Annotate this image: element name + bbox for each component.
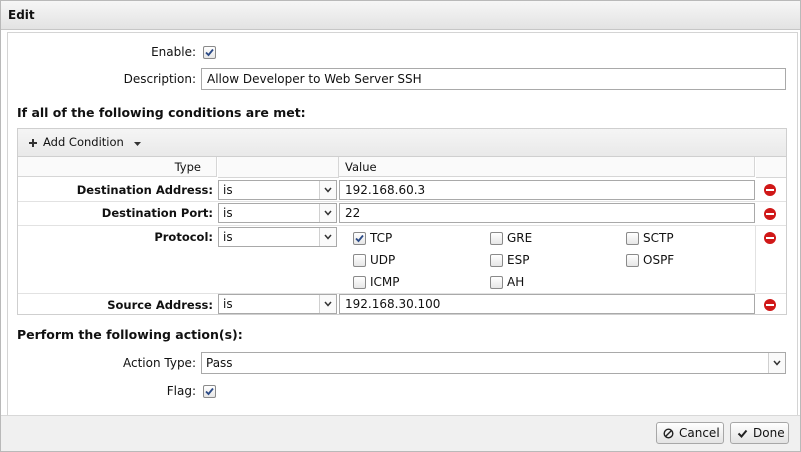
- protocol-checkbox-gre[interactable]: [490, 232, 503, 245]
- cancel-label: Cancel: [679, 426, 720, 440]
- condition-row: Protocol: is TCP GRE SCTP UDP ESP OSPF I…: [18, 226, 786, 294]
- check-icon: [737, 429, 748, 438]
- protocol-checkbox-sctp[interactable]: [626, 232, 639, 245]
- protocol-label: TCP: [370, 231, 393, 245]
- protocol-checkbox-ah[interactable]: [490, 276, 503, 289]
- column-actions-header: [756, 157, 786, 178]
- condition-label: Source Address:: [107, 298, 213, 312]
- action-type-select[interactable]: Pass: [201, 352, 786, 374]
- dialog-footer: Cancel Done: [1, 415, 800, 451]
- column-operator-header: [218, 157, 339, 178]
- dialog-content: Enable: Description: Allow Developer to …: [7, 32, 798, 418]
- column-value-header: Value: [339, 157, 755, 177]
- operator-select[interactable]: is: [218, 227, 337, 247]
- protocol-label: ESP: [507, 253, 530, 267]
- protocol-checkbox-icmp[interactable]: [353, 276, 366, 289]
- done-label: Done: [753, 426, 785, 440]
- cancel-icon: [663, 428, 674, 439]
- caret-down-icon: [134, 142, 141, 146]
- protocol-label: GRE: [507, 231, 533, 245]
- protocol-label: UDP: [370, 253, 396, 267]
- remove-condition-icon[interactable]: [764, 208, 776, 220]
- edit-dialog: Edit Enable: Description: Allow Develope…: [0, 0, 801, 452]
- operator-select[interactable]: is: [218, 294, 337, 314]
- remove-condition-icon[interactable]: [764, 299, 776, 311]
- flag-checkbox[interactable]: [203, 385, 216, 398]
- condition-label: Destination Port:: [101, 206, 213, 220]
- protocol-checkbox-tcp[interactable]: [353, 232, 366, 245]
- remove-condition-icon[interactable]: [764, 184, 776, 196]
- conditions-toolbar: Add Condition: [18, 129, 786, 157]
- condition-value-input[interactable]: 192.168.60.3: [339, 180, 755, 200]
- enable-label: Enable:: [151, 45, 196, 59]
- condition-row: Source Address: is 192.168.30.100: [18, 294, 786, 317]
- add-condition-label: Add Condition: [43, 135, 124, 149]
- done-button[interactable]: Done: [730, 422, 789, 444]
- chevron-down-icon: [773, 360, 781, 366]
- operator-value: is: [223, 230, 233, 244]
- chevron-down-icon: [324, 187, 332, 193]
- protocol-checkbox-ospf[interactable]: [626, 254, 639, 267]
- condition-row: Destination Port: is 22: [18, 202, 786, 226]
- description-input[interactable]: Allow Developer to Web Server SSH: [201, 68, 786, 90]
- chevron-down-icon: [324, 234, 332, 240]
- dialog-title: Edit: [1, 1, 800, 30]
- actions-heading: Perform the following action(s):: [17, 327, 243, 342]
- condition-label: Destination Address:: [76, 183, 213, 197]
- action-type-label: Action Type:: [122, 356, 196, 370]
- condition-value-input[interactable]: 22: [339, 203, 755, 223]
- dropdown-arrow: [319, 181, 336, 199]
- cancel-button[interactable]: Cancel: [656, 422, 724, 444]
- check-icon: [205, 48, 214, 57]
- dropdown-arrow: [768, 353, 785, 373]
- description-label: Description:: [123, 72, 196, 86]
- protocol-checkbox-esp[interactable]: [490, 254, 503, 267]
- condition-row: Destination Address: is 192.168.60.3: [18, 178, 786, 202]
- check-icon: [355, 234, 364, 243]
- chevron-down-icon: [324, 301, 332, 307]
- operator-select[interactable]: is: [218, 203, 337, 223]
- dropdown-arrow: [319, 228, 336, 246]
- conditions-grid: Add Condition Type Value Destination Add…: [17, 128, 787, 315]
- plus-icon: [29, 139, 37, 147]
- dropdown-arrow: [319, 295, 336, 313]
- remove-condition-icon[interactable]: [764, 232, 776, 244]
- condition-value-input[interactable]: 192.168.30.100: [339, 294, 755, 314]
- protocol-checkbox-udp[interactable]: [353, 254, 366, 267]
- dropdown-arrow: [319, 204, 336, 222]
- protocol-label: AH: [507, 275, 525, 289]
- protocol-label: OSPF: [643, 253, 675, 267]
- operator-value: is: [223, 297, 233, 311]
- protocol-options: TCP GRE SCTP UDP ESP OSPF ICMP AH: [339, 226, 756, 292]
- flag-label: Flag:: [166, 384, 196, 398]
- check-icon: [205, 387, 214, 396]
- protocol-label: SCTP: [643, 231, 674, 245]
- chevron-down-icon: [324, 210, 332, 216]
- operator-select[interactable]: is: [218, 180, 337, 200]
- conditions-heading: If all of the following conditions are m…: [17, 105, 306, 120]
- operator-value: is: [223, 206, 233, 220]
- column-type-header: Type: [18, 157, 217, 177]
- operator-value: is: [223, 183, 233, 197]
- protocol-label: ICMP: [370, 275, 400, 289]
- enable-checkbox[interactable]: [203, 46, 216, 59]
- action-type-value: Pass: [206, 356, 233, 370]
- condition-label: Protocol:: [154, 230, 213, 244]
